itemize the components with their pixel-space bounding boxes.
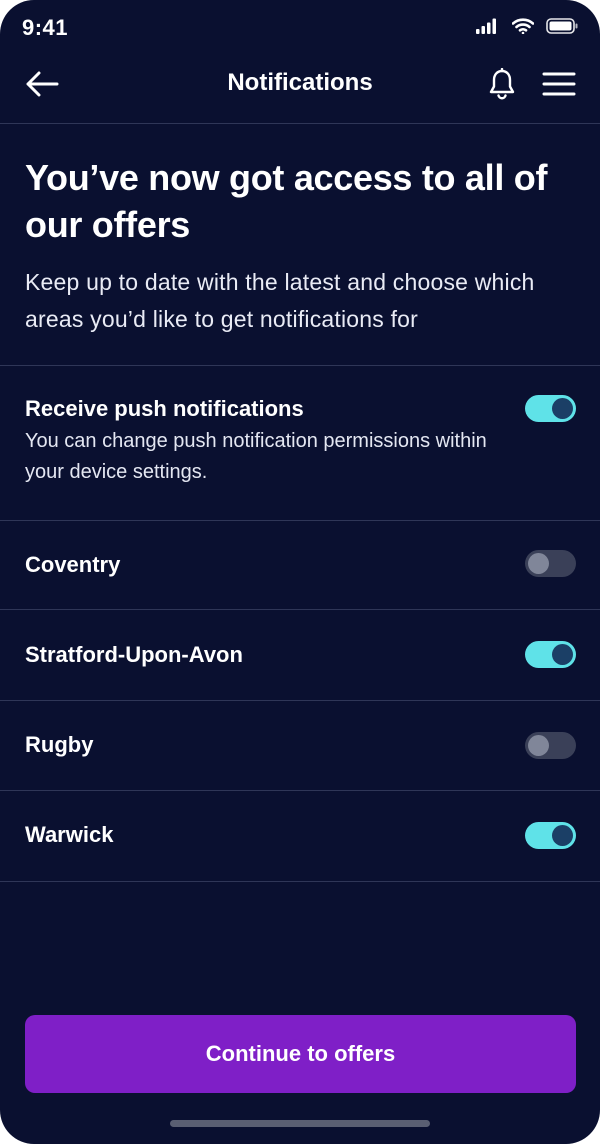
toggle-knob [552,398,573,419]
push-notifications-toggle[interactable] [525,395,576,422]
region-label: Coventry [25,552,121,577]
divider [0,881,600,882]
region-toggle-coventry[interactable] [525,550,576,577]
region-label: Rugby [25,732,94,757]
region-row-coventry[interactable]: Coventry [0,521,600,611]
status-bar: 9:41 [0,0,600,60]
region-toggle-rugby[interactable] [525,732,576,759]
push-notifications-title: Receive push notifications [25,396,304,421]
push-notifications-row: Receive push notifications You can chang… [0,366,600,520]
status-icons [476,18,578,34]
toggle-knob [552,825,573,846]
toggle-knob [528,553,549,574]
divider [0,609,600,610]
menu-button[interactable] [538,66,580,106]
app-header: Notifications [0,60,600,124]
region-label: Stratford-Upon-Avon [25,642,243,667]
region-row-stratford-upon-avon[interactable]: Stratford-Upon-Avon [0,611,600,701]
menu-icon [542,71,576,102]
status-time: 9:41 [22,15,69,40]
region-row-rugby[interactable]: Rugby [0,701,600,791]
wifi-icon [512,18,534,34]
signal-icon [476,18,500,34]
battery-icon [546,18,578,34]
continue-to-offers-button[interactable]: Continue to offers [25,1015,576,1093]
toggle-knob [552,644,573,665]
region-label: Warwick [25,822,114,847]
region-toggle-stratford-upon-avon[interactable] [525,641,576,668]
home-indicator [170,1120,430,1127]
region-row-warwick[interactable]: Warwick [0,791,600,881]
push-notifications-description: You can change push notification permiss… [25,430,487,483]
intro-text: Keep up to date with the latest and choo… [25,269,535,332]
region-toggle-warwick[interactable] [525,822,576,849]
bell-icon [487,67,517,105]
phone-screen: 9:41 Notifications You’ve now got access… [0,0,600,1144]
intro-section: You’ve now got access to all of our offe… [25,154,580,338]
toggle-knob [528,735,549,756]
notifications-bell-button[interactable] [482,66,522,106]
intro-heading: You’ve now got access to all of our offe… [25,157,548,245]
